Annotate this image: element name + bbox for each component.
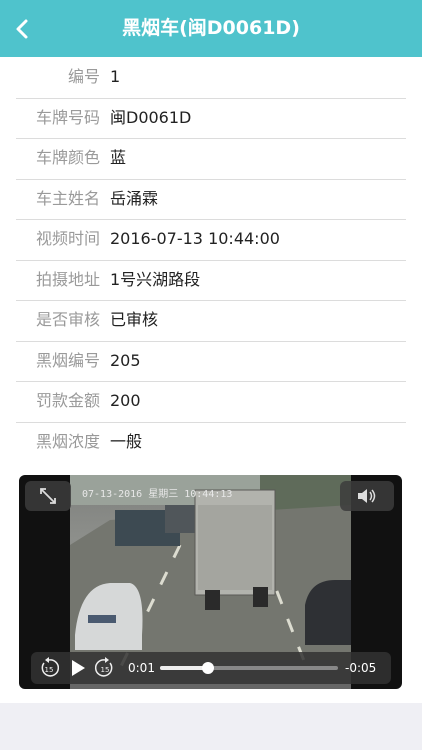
detail-label: 拍摄地址 — [35, 269, 100, 289]
expand-icon — [40, 488, 56, 504]
detail-label: 编号 — [67, 67, 100, 86]
detail-value: 200 — [110, 391, 141, 410]
detail-value: 岳涌霖 — [110, 188, 159, 208]
detail-value: 1 — [110, 67, 121, 86]
detail-row-smoke-density: 黑烟浓度 一般 — [16, 422, 406, 463]
detail-value: 2016-07-13 10:44:00 — [110, 229, 280, 248]
detail-value: 已审核 — [110, 310, 159, 329]
detail-value: 闽D0061D — [110, 107, 192, 127]
detail-row-smoke-number: 黑烟编号 205 — [16, 341, 406, 382]
progress-track[interactable] — [160, 662, 338, 674]
detail-label: 黑烟编号 — [35, 350, 100, 370]
remaining-time: -0:05 — [345, 661, 377, 675]
play-button[interactable] — [67, 657, 89, 679]
skip-back-15-icon: 15 — [41, 657, 60, 677]
progress-thumb[interactable] — [202, 662, 215, 674]
detail-label: 车牌号码 — [35, 107, 100, 127]
playback-controls: 15 15 0:01 -0:05 — [31, 652, 391, 684]
video-timestamp-overlay: 07-13-2016 星期三 10:44:13 — [82, 489, 233, 500]
video-player[interactable]: 07-13-2016 星期三 10:44:13 15 15 0:01 -0:05 — [19, 475, 402, 689]
detail-label: 罚款金额 — [35, 391, 100, 410]
detail-label: 车牌颜色 — [35, 148, 100, 167]
nav-bar: 黑烟车(闽D0061D) — [0, 0, 422, 57]
volume-button[interactable] — [340, 481, 394, 511]
detail-row-video-time: 视频时间 2016-07-13 10:44:00 — [16, 219, 406, 261]
detail-row-fine-amount: 罚款金额 200 — [16, 381, 406, 423]
speaker-icon — [358, 489, 376, 503]
svg-text:15: 15 — [101, 666, 110, 674]
detail-label: 车主姓名 — [35, 188, 100, 208]
detail-label: 是否审核 — [35, 310, 100, 329]
detail-row-review-status: 是否审核 已审核 — [16, 300, 406, 342]
detail-value: 一般 — [110, 431, 143, 451]
skip-back-button[interactable]: 15 — [37, 655, 61, 681]
page-title: 黑烟车(闽D0061D) — [122, 17, 300, 39]
detail-row-location: 拍摄地址 1号兴湖路段 — [16, 260, 406, 301]
detail-label: 黑烟浓度 — [35, 431, 100, 451]
progress-fill — [160, 666, 209, 670]
detail-value: 1号兴湖路段 — [110, 269, 201, 289]
detail-row-plate-color: 车牌颜色 蓝 — [16, 138, 406, 180]
skip-forward-15-icon: 15 — [94, 657, 113, 677]
detail-value: 蓝 — [110, 148, 127, 167]
elapsed-time: 0:01 — [128, 661, 155, 675]
detail-label: 视频时间 — [35, 229, 100, 248]
svg-text:15: 15 — [45, 666, 54, 674]
detail-row-owner-name: 车主姓名 岳涌霖 — [16, 179, 406, 220]
detail-row-id: 编号 1 — [16, 57, 406, 99]
play-icon — [72, 660, 85, 676]
detail-row-plate-number: 车牌号码 闽D0061D — [16, 98, 406, 139]
skip-forward-button[interactable]: 15 — [93, 655, 117, 681]
detail-value: 205 — [110, 350, 141, 370]
fullscreen-button[interactable] — [25, 481, 71, 511]
